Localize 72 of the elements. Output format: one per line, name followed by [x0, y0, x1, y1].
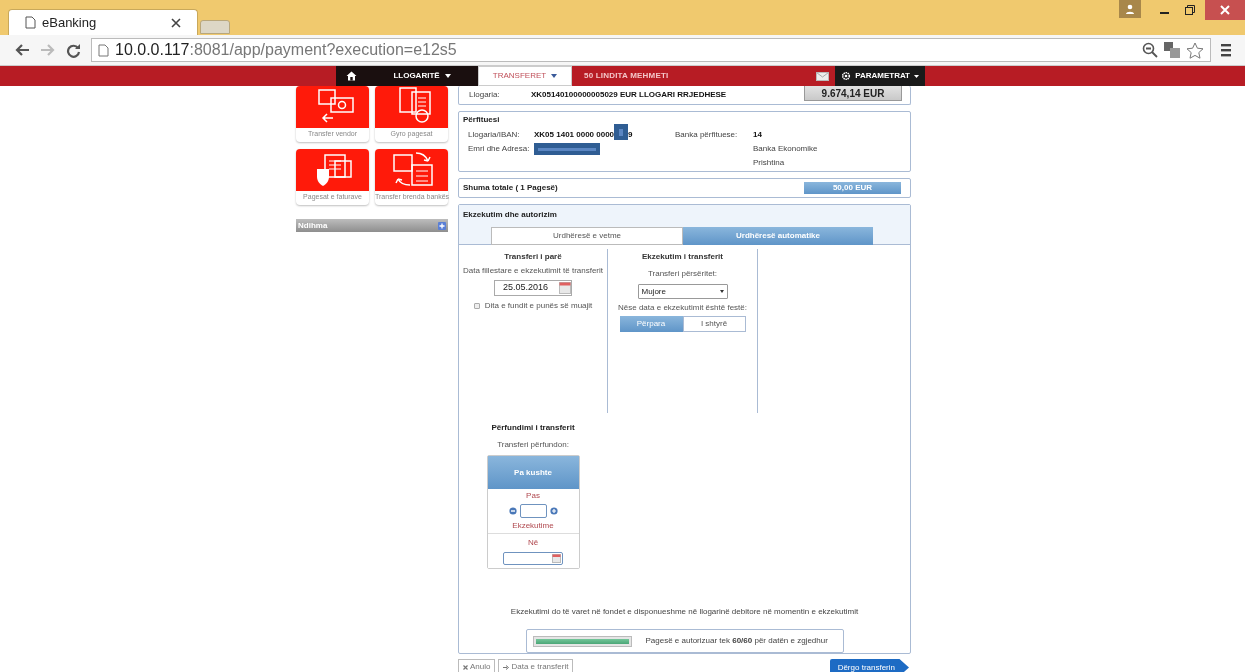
back-button[interactable]: Data e transferit: [498, 659, 574, 672]
back-icon[interactable]: [14, 43, 30, 57]
bank-code: 14: [753, 129, 763, 141]
cross-icon: [463, 664, 468, 670]
close-button[interactable]: [1205, 0, 1245, 20]
home-button[interactable]: [336, 66, 366, 86]
field-label: Banka përfituese:: [675, 129, 739, 141]
nav-menu-tab[interactable]: LLOGARITË: [366, 66, 478, 86]
dropdown-arrow-icon: [719, 290, 724, 293]
repeat-select[interactable]: Mujore: [637, 284, 728, 299]
field-label: Emri dhe Adresa:: [468, 143, 531, 155]
settings-menu[interactable]: PARAMETRAT: [835, 66, 925, 86]
column-title: Transferi i parë: [504, 251, 562, 263]
date-field[interactable]: [503, 552, 563, 566]
holiday-option[interactable]: I shtyrë: [682, 316, 746, 332]
home-icon: [345, 71, 357, 81]
bank-name: Banka Ekonomike: [753, 143, 819, 155]
field-label: Transferi përsëritet:: [647, 268, 718, 280]
star-icon[interactable]: [1186, 41, 1204, 59]
expand-icon[interactable]: [438, 221, 446, 230]
reload-icon[interactable]: [66, 42, 81, 58]
restore-icon[interactable]: [1185, 5, 1195, 15]
cancel-button[interactable]: Anulo: [458, 659, 496, 672]
redaction-mark: [534, 143, 600, 155]
total-label: Shuma totale ( 1 Pagesë): [463, 182, 558, 194]
calendar-icon: [552, 554, 561, 564]
envelope-icon[interactable]: [816, 71, 830, 81]
address-bar[interactable]: 10.0.0.117:8081/app/payment?execution=e12s5: [91, 38, 1211, 62]
owner-name: 50 LINDITA MEHMETI: [584, 70, 669, 82]
note-text: Ekzekutimi do të varet në fondet e disponueshme në llogarinë debitore në momentin e ekzekutimit: [509, 606, 860, 619]
column-title: Ekzekutim i transferit: [642, 251, 723, 263]
page-icon: [25, 16, 36, 29]
menu-icon[interactable]: [1221, 43, 1231, 57]
field-label: Transferi përfundon:: [497, 439, 569, 452]
total-amount: 50,00 EUR: [804, 182, 901, 194]
caret-icon: [914, 74, 919, 78]
redaction-mark: [614, 124, 629, 140]
section-title: Ekzekutim dhe autorizim: [463, 209, 558, 221]
page-icon: [98, 43, 109, 57]
close-icon: [1220, 5, 1230, 15]
field-label: Llogaria:: [469, 89, 501, 101]
field-label: Nëse data e ekzekutimit është festë:: [617, 303, 748, 313]
authorization-text: Pagesë e autorizuar tek 60/60 për datën e zgjedhur: [645, 635, 828, 648]
field-label: Llogaria/IBAN:: [468, 129, 521, 141]
option-label: Pas: [526, 490, 540, 503]
field-label: Data fillestare e ekzekutimit të transferit: [461, 266, 605, 276]
close-icon[interactable]: [171, 17, 181, 28]
send-transfer-button[interactable]: Dërgo transferin: [829, 659, 909, 672]
date-field[interactable]: 25.05.2016: [494, 280, 572, 296]
account-value: XK05140100000005029 EUR LLOGARI RRJEDHESE: [531, 89, 728, 101]
user-icon[interactable]: [1119, 0, 1141, 18]
minus-icon[interactable]: [508, 507, 517, 516]
iban-value: 9: [628, 129, 633, 141]
browser-tab[interactable]: eBanking: [8, 9, 198, 35]
checkbox[interactable]: [473, 303, 480, 309]
iban-value: XK05 1401 0000 0000: [534, 129, 615, 141]
section-title: Përfundimi i transferit: [491, 422, 575, 435]
section-title: Përfituesi: [463, 114, 501, 126]
option-label: Në: [527, 537, 539, 550]
settings-icon: [841, 71, 852, 81]
checkbox-label: Dita e fundit e punës së muajit: [484, 300, 593, 312]
zoom-out-icon[interactable]: [1142, 42, 1158, 58]
plus-icon[interactable]: [549, 507, 558, 516]
mode-tab[interactable]: Urdhëresë e vetme: [491, 227, 683, 245]
caret-icon: [444, 74, 451, 78]
option-label: Ekzekutime: [512, 520, 554, 533]
arrow-icon: [503, 664, 510, 670]
caret-icon: [551, 74, 558, 78]
count-field[interactable]: [519, 504, 547, 519]
calendar-icon: [559, 282, 571, 294]
bank-city: Prishtina: [753, 157, 786, 169]
nav-menu-tab[interactable]: TRANSFERET: [478, 66, 572, 86]
